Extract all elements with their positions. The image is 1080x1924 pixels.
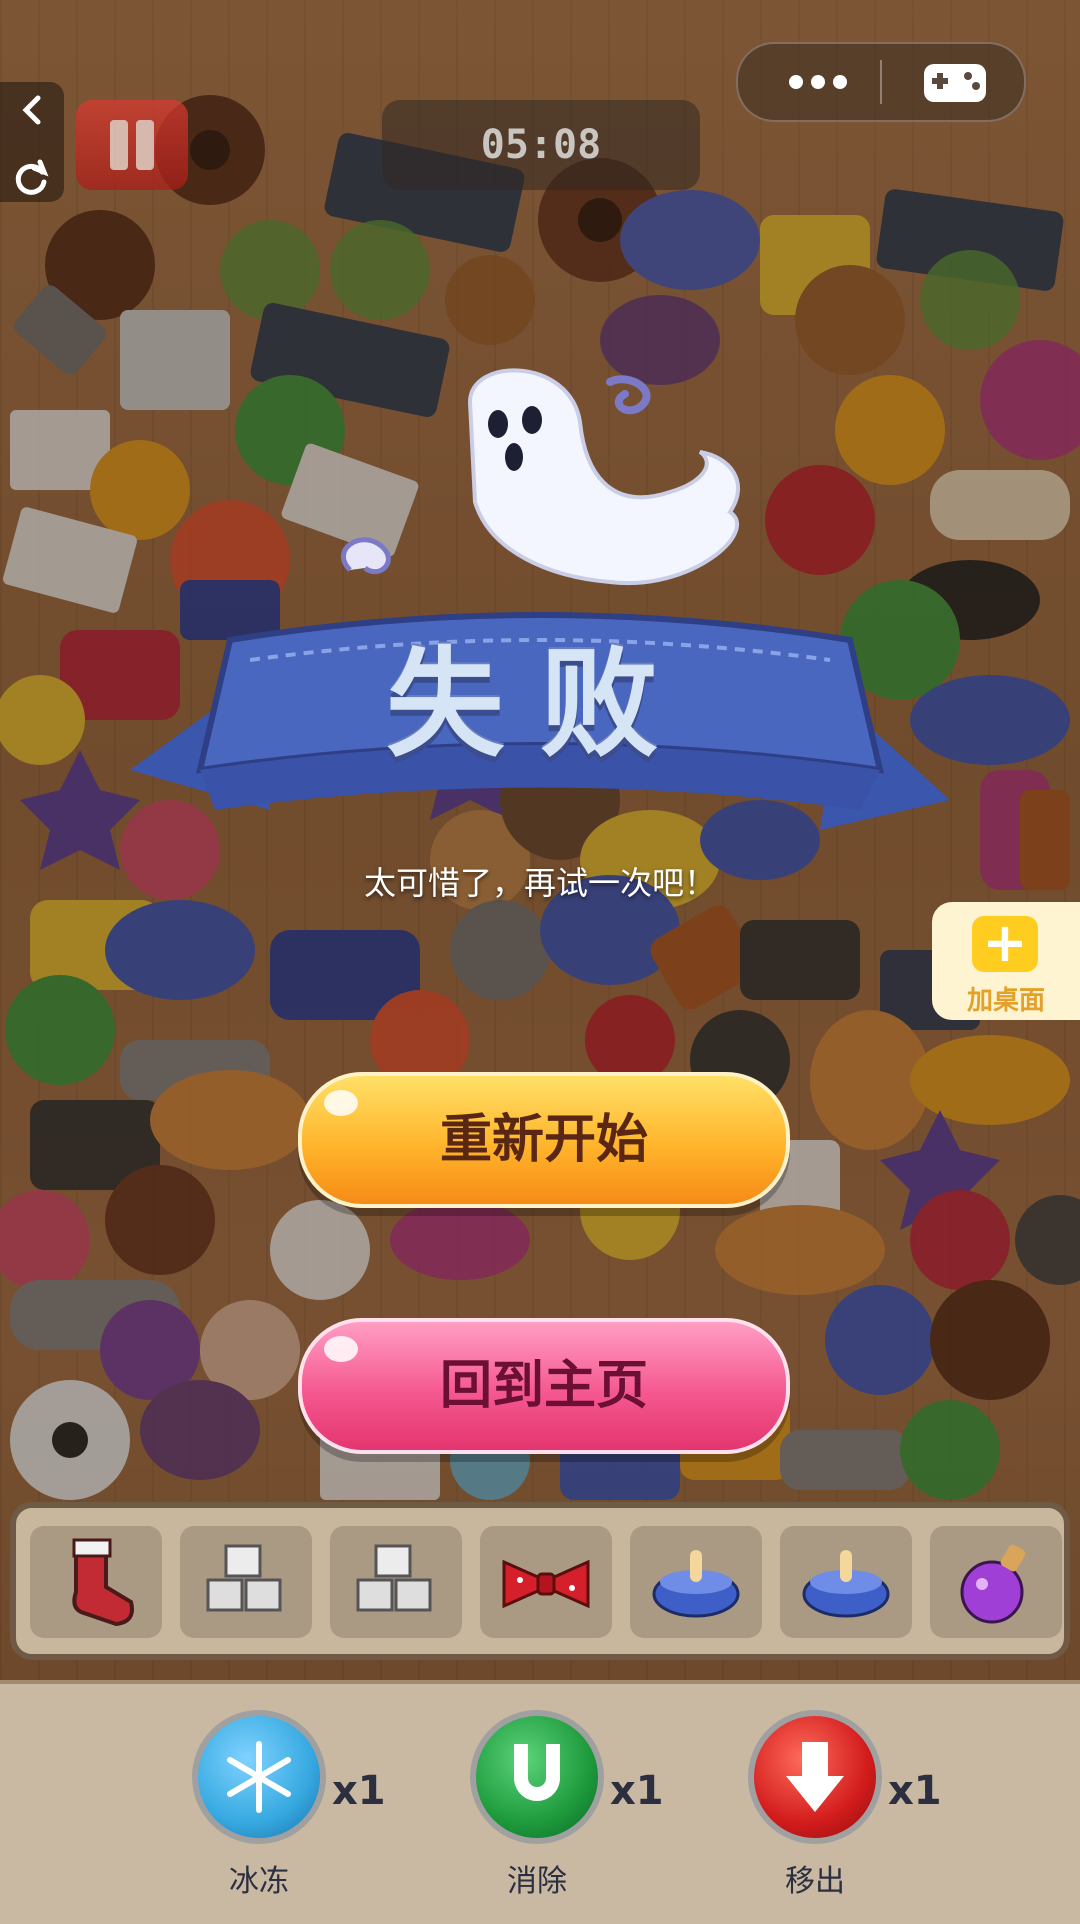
bow-tie-icon: [502, 1559, 590, 1609]
tray-slot[interactable]: [930, 1526, 1062, 1638]
tray-slot[interactable]: [180, 1526, 312, 1638]
pause-bar-left: [110, 120, 128, 170]
pause-bar-right: [136, 120, 154, 170]
sugar-cubes-icon: [206, 1544, 282, 1612]
freeze-powerup[interactable]: x1 冰冻: [192, 1710, 386, 1899]
down-arrow-icon: [748, 1710, 882, 1844]
freeze-count: x1: [332, 1768, 386, 1814]
magnet-glyph: [514, 1744, 560, 1801]
refresh-icon[interactable]: [10, 158, 52, 200]
back-icon[interactable]: [14, 92, 50, 128]
remove-powerup[interactable]: x1 消除: [470, 1710, 664, 1899]
remove-label: 消除: [507, 1864, 567, 1899]
pet-bowl-icon: [802, 1550, 890, 1618]
restart-label: 重新开始: [439, 1110, 648, 1170]
magnet-icon: [470, 1710, 604, 1844]
pause-button[interactable]: [76, 100, 188, 190]
add-to-desktop-button[interactable]: + 加桌面: [932, 902, 1080, 1020]
move-out-label: 移出: [785, 1864, 845, 1899]
snowflake-glyph: [227, 1741, 291, 1813]
tray-slot[interactable]: [330, 1526, 462, 1638]
button-gloss: [324, 1090, 358, 1116]
potion-icon: [960, 1544, 1026, 1624]
more-options-icon[interactable]: [768, 66, 868, 98]
tray-slot[interactable]: [480, 1526, 612, 1638]
mini-program-capsule: [736, 42, 1026, 122]
stocking-icon: [72, 1538, 134, 1627]
sugar-cubes-icon: [356, 1544, 432, 1612]
add-to-desktop-label: 加桌面: [966, 986, 1045, 1016]
restart-button[interactable]: 重新开始: [298, 1072, 790, 1208]
gamepad-icon[interactable]: [902, 58, 1002, 106]
capsule-divider: [880, 60, 882, 104]
button-gloss: [324, 1336, 358, 1362]
back-refresh-panel: [0, 82, 64, 202]
home-button[interactable]: 回到主页: [298, 1318, 790, 1454]
plus-icon: +: [972, 916, 1038, 972]
countdown-timer: 05:08: [382, 100, 700, 190]
tray-slot[interactable]: [780, 1526, 912, 1638]
result-title: 失败: [385, 635, 694, 773]
pet-bowl-icon: [652, 1550, 740, 1618]
result-subtitle: 太可惜了，再试一次吧！: [363, 864, 716, 902]
home-label: 回到主页: [439, 1356, 648, 1416]
tray-slot[interactable]: [30, 1526, 162, 1638]
snowflake-icon: [192, 1710, 326, 1844]
freeze-label: 冰冻: [229, 1864, 289, 1899]
remove-count: x1: [610, 1768, 664, 1814]
smoke-swirl-icon: [341, 537, 391, 575]
down-arrow-glyph: [786, 1742, 844, 1812]
ghost-icon: [467, 368, 741, 586]
move-out-powerup[interactable]: x1 移出: [748, 1710, 942, 1899]
tray-slot[interactable]: [630, 1526, 762, 1638]
item-tray: [10, 1502, 1070, 1660]
move-out-count: x1: [888, 1768, 942, 1814]
